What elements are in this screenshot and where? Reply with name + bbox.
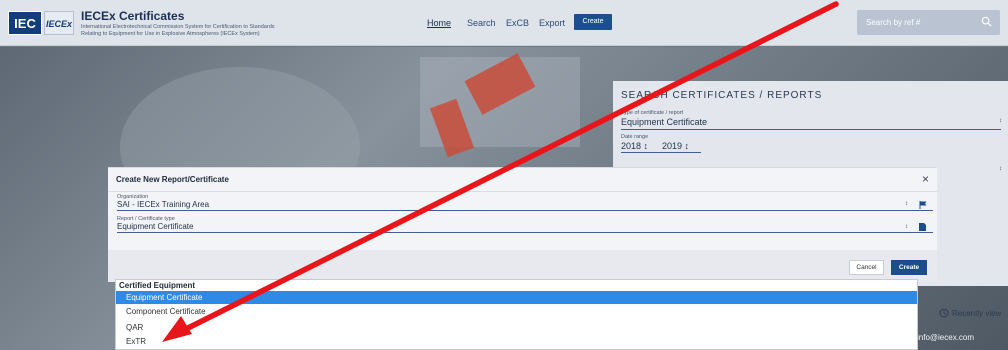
create-button[interactable]: Create [891, 260, 927, 275]
create-report-modal: Create New Report/Certificate × Organiza… [108, 167, 937, 282]
search-panel-title: SEARCH CERTIFICATES / REPORTS [621, 90, 823, 101]
cancel-button[interactable]: Cancel [849, 260, 884, 275]
modal-divider [108, 191, 937, 192]
search-ref-placeholder: Search by ref # [866, 18, 921, 27]
organization-underline [117, 210, 933, 211]
nav-export[interactable]: Export [539, 18, 565, 28]
modal-footer: Cancel Create [108, 250, 937, 282]
modal-title: Create New Report/Certificate [116, 175, 229, 184]
option-extr[interactable]: ExTR [116, 335, 917, 348]
recently-viewed-link[interactable]: Recently view [952, 309, 1001, 318]
cert-type-underline [621, 129, 1001, 130]
iec-logo[interactable]: IEC [8, 11, 42, 35]
cert-type-select[interactable]: Equipment Certificate [621, 117, 707, 127]
search-ref-input[interactable]: Search by ref # [857, 10, 1000, 35]
option-qar[interactable]: QAR [116, 321, 917, 334]
organization-select[interactable]: SAI - IECEx Training Area [117, 200, 209, 209]
top-bar: IEC IECEx IECEx Certificates Internation… [0, 0, 1008, 46]
header-create-button[interactable]: Create [574, 14, 612, 30]
search-icon[interactable] [981, 16, 992, 27]
close-icon[interactable]: × [922, 172, 929, 186]
flag-icon[interactable] [919, 201, 927, 209]
date-from-select[interactable]: 2018 ↕ [621, 141, 648, 151]
option-component-certificate[interactable]: Component Certificate [116, 305, 917, 318]
iecex-logo[interactable]: IECEx [44, 11, 74, 35]
cert-type-label: Type of certificate / report [621, 110, 684, 116]
history-icon[interactable] [939, 308, 949, 318]
report-type-underline [117, 232, 933, 233]
date-to-select[interactable]: 2019 ↕ [662, 141, 689, 151]
sort-caret-icon: ↕ [999, 118, 1002, 124]
contact-email[interactable]: info@iecex.com [917, 333, 974, 342]
app-subtitle-line2: Relating to Equipment for Use in Explosi… [81, 31, 260, 37]
sort-caret-icon: ↕ [999, 166, 1002, 172]
nav-home[interactable]: Home [427, 18, 451, 28]
sort-caret-icon: ↕ [905, 224, 908, 230]
option-group-label: Certified Equipment [119, 281, 196, 290]
report-type-select[interactable]: Equipment Certificate [117, 222, 193, 231]
document-icon[interactable] [919, 223, 926, 231]
sort-caret-icon: ↕ [905, 201, 908, 207]
nav-search[interactable]: Search [467, 18, 496, 28]
app-subtitle-line1: International Electrotechnical Commissio… [81, 24, 275, 30]
date-underline [621, 152, 701, 153]
option-equipment-certificate[interactable]: Equipment Certificate [116, 291, 917, 304]
date-range-label: Date range [621, 134, 649, 140]
app-title: IECEx Certificates [81, 9, 185, 23]
nav-excb[interactable]: ExCB [506, 18, 529, 28]
report-type-dropdown: Certified Equipment Equipment Certificat… [115, 279, 918, 350]
